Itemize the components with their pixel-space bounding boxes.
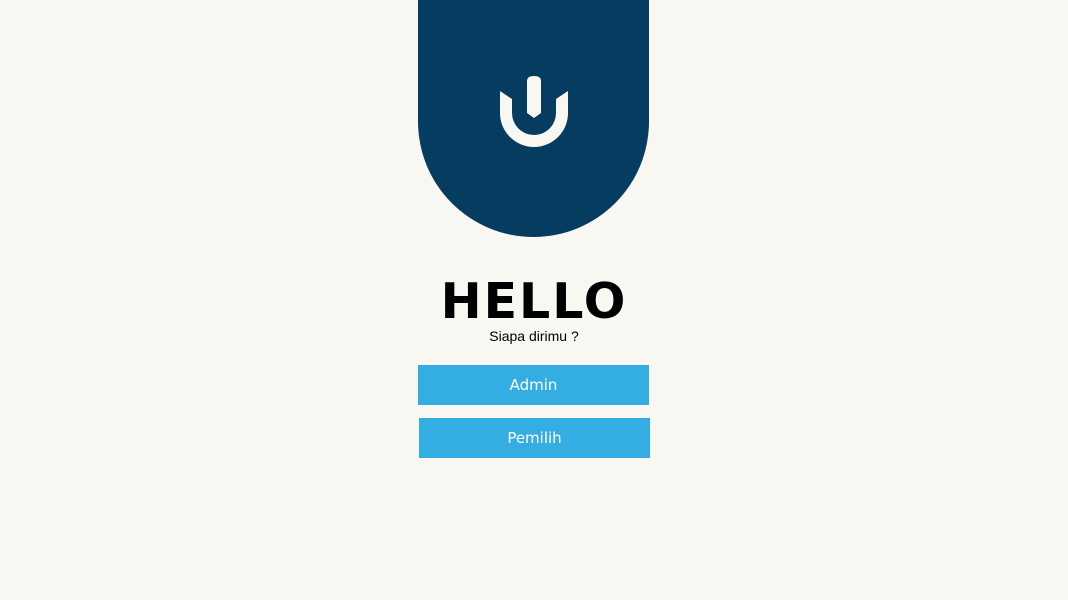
greeting-subtitle: Siapa dirimu ? (489, 328, 579, 344)
admin-button[interactable]: Admin (418, 365, 649, 405)
greeting-title: HELLO (440, 273, 628, 330)
anchor-u-logo-icon (500, 76, 568, 147)
pemilih-button[interactable]: Pemilih (419, 418, 650, 458)
